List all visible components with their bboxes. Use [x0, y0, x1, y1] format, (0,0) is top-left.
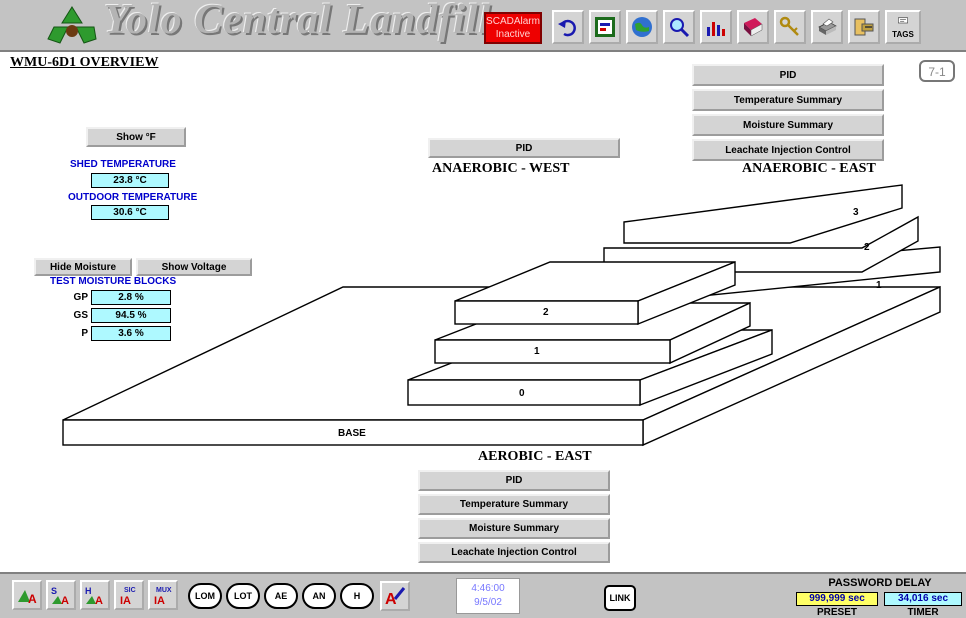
sa-alarm-button[interactable]: SA	[46, 580, 76, 610]
alarm-summary-icon: A	[18, 590, 37, 606]
aerobic-temperature-summary-button[interactable]: Temperature Summary	[418, 494, 610, 515]
preset-value[interactable]: 999,999 sec	[796, 592, 878, 606]
timer-value: 34,016 sec	[884, 592, 962, 606]
aerobic-east-label: AEROBIC - EAST	[478, 449, 592, 464]
svg-text:A: A	[28, 592, 37, 606]
svg-text:A: A	[61, 595, 69, 606]
sic-ia-button[interactable]: SIC IA	[114, 580, 144, 610]
east-layer-2-label: 2	[864, 242, 870, 253]
svg-text:MUX: MUX	[156, 587, 172, 594]
sic-ia-icon: SICIA	[120, 587, 136, 606]
preset-label: PRESET	[816, 607, 857, 618]
west-layer-1-label: 1	[534, 346, 540, 357]
svg-text:SIC: SIC	[124, 587, 136, 594]
east-layer-3-label: 3	[853, 207, 859, 218]
aerobic-leachate-injection-button[interactable]: Leachate Injection Control	[418, 542, 610, 563]
svg-text:IA: IA	[120, 595, 131, 606]
footer-bar: A SA HA SIC IA MUX IA LOM LOT AE AN H A 4:…	[0, 572, 966, 618]
svg-text:S: S	[51, 586, 57, 596]
alarm-summary-button[interactable]: A	[12, 580, 42, 610]
sa-alarm-icon: SA	[51, 586, 69, 606]
pencil-a-icon: A	[385, 587, 406, 607]
ha-alarm-button[interactable]: HA	[80, 580, 110, 610]
mux-ia-button[interactable]: MUX IA	[148, 580, 178, 610]
password-delay-label: PASSWORD DELAY	[828, 577, 932, 589]
lot-button[interactable]: LOT	[226, 583, 260, 609]
svg-text:A: A	[95, 595, 103, 606]
west-layer-0-label: 0	[519, 388, 525, 399]
timer-label: TIMER	[907, 607, 939, 618]
h-button[interactable]: H	[340, 583, 374, 609]
link-button[interactable]: LINK	[604, 585, 636, 611]
clock-display: 4:46:00 9/5/02	[456, 578, 520, 614]
mux-ia-icon: MUXIA	[154, 587, 172, 606]
west-layer-2-label: 2	[543, 307, 549, 318]
svg-text:IA: IA	[154, 595, 165, 606]
base-layer-label: BASE	[338, 428, 366, 439]
clock-time: 4:46:00	[471, 583, 505, 594]
lom-button[interactable]: LOM	[188, 583, 222, 609]
aerobic-pid-button[interactable]: PID	[418, 470, 610, 491]
ae-button[interactable]: AE	[264, 583, 298, 609]
svg-text:H: H	[85, 586, 92, 596]
ha-alarm-icon: HA	[85, 586, 103, 606]
clock-date: 9/5/02	[474, 597, 502, 608]
an-button[interactable]: AN	[302, 583, 336, 609]
east-layer-3-block[interactable]	[623, 184, 903, 244]
east-layer-1-label: 1	[876, 280, 882, 291]
aerobic-moisture-summary-button[interactable]: Moisture Summary	[418, 518, 610, 539]
annotate-button[interactable]: A	[380, 581, 410, 611]
